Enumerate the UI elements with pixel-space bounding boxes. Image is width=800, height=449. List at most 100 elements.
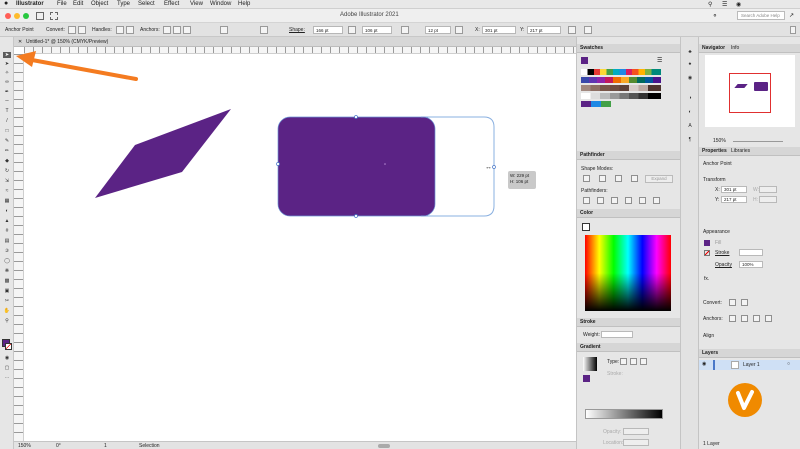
prop-convert-corner-icon[interactable] [729,299,736,306]
zoom-level[interactable]: 150% [18,443,31,449]
menu-effect[interactable]: Effect [164,1,179,7]
share-icon[interactable]: ↗ [789,12,794,19]
align-icon[interactable] [584,26,592,34]
gradient-opacity-field[interactable] [623,428,649,435]
unite-icon[interactable] [583,175,590,182]
scale-tool-icon[interactable]: ⇲ [3,178,11,184]
direct-selection-tool-icon[interactable]: ➤ [3,61,11,67]
transparency-icon[interactable]: ◐ [686,109,694,115]
eyedropper-tool-icon[interactable]: ✰ [3,248,11,254]
screen-mode-icon[interactable]: ▢ [3,365,11,371]
search-icon[interactable]: ⚲ [708,1,712,8]
color-fill-stroke-icon[interactable] [582,223,590,231]
prop-anchor-remove-icon[interactable] [729,315,736,322]
corner-icon[interactable] [401,26,409,34]
radial-gradient-icon[interactable] [630,358,637,365]
libraries-tab[interactable]: Libraries [731,148,750,154]
hand-tool-icon[interactable]: ✋ [3,308,11,314]
selection-tool-icon[interactable]: ➤ [3,52,11,58]
artboard-canvas[interactable]: ↔ W: 229 pt H: 106 pt [24,54,576,441]
search-help-input[interactable]: Search Adobe Help [737,11,785,20]
opacity-label[interactable]: Opacity [715,262,732,268]
anchor-connect-icon[interactable] [173,26,181,34]
appearance-icon[interactable]: ◑ [686,95,694,101]
opacity-field[interactable]: 100% [739,261,763,268]
document-tab[interactable]: Untitled-1* @ 150% (CMYK/Preview) [26,39,108,45]
zoom-tool-icon[interactable]: ⚲ [3,318,11,324]
rotate-angle[interactable]: 0° [56,443,61,449]
rounded-rectangle-shape[interactable] [278,117,435,216]
pencil-tool-icon[interactable]: ✏ [3,148,11,154]
gradient-location-field[interactable] [623,439,649,446]
stroke-swatch[interactable] [704,250,710,256]
fx-button[interactable]: fx. [704,276,709,282]
curvature-tool-icon[interactable]: ∽ [3,98,11,104]
anchor-point[interactable] [276,162,280,166]
control-center-icon[interactable]: ☰ [722,1,727,8]
artboard-number[interactable]: 1 [104,443,107,449]
blend-tool-icon[interactable]: ◯ [3,258,11,264]
swatch-row-1[interactable] [581,69,661,75]
pen-tool-icon[interactable]: ✒ [3,89,11,95]
info-tab[interactable]: Info [731,45,739,51]
character-icon[interactable]: A [686,123,694,129]
symbol-sprayer-icon[interactable]: ❋ [3,268,11,274]
line-tool-icon[interactable]: / [3,118,11,124]
y-field[interactable]: 217 pt [527,26,561,34]
navigator-view-box[interactable] [729,73,771,113]
slice-tool-icon[interactable]: ✂ [3,298,11,304]
swatch-row-3[interactable] [581,85,661,91]
intersect-icon[interactable] [615,175,622,182]
fill-swatch[interactable] [704,240,710,246]
prop-y-field[interactable]: 217 pt [721,196,747,203]
x-field[interactable]: 301 pt [482,26,516,34]
visibility-eye-icon[interactable]: ◉ [702,361,706,367]
shape-label[interactable]: Shape: [289,27,305,33]
menu-view[interactable]: View [190,1,203,7]
type-tool-icon[interactable]: T [3,108,11,114]
swatch-row-2[interactable] [581,77,661,83]
anchor-point[interactable] [354,115,358,119]
panel-menu-icon[interactable] [790,26,796,34]
isolate-icon[interactable] [568,26,576,34]
paintbrush-tool-icon[interactable]: ✎ [3,138,11,144]
freeform-gradient-icon[interactable] [640,358,647,365]
convert-corner-icon[interactable] [68,26,76,34]
menu-file[interactable]: File [57,1,67,7]
paragraph-icon[interactable]: ¶ [686,137,694,143]
layer-name[interactable]: Layer 1 [743,362,760,368]
brushes-icon[interactable]: ♠ [686,61,694,67]
navigator-zoom[interactable]: 150% [713,138,726,144]
expand-button[interactable]: Expand [645,175,673,183]
symbols-icon[interactable]: ♣ [686,49,694,55]
prop-anchor-cut-icon[interactable] [741,315,748,322]
lightbulb-icon[interactable]: ⚬ [712,12,718,20]
navigator-preview[interactable] [705,55,795,127]
stroke-label[interactable]: Stroke [715,250,729,256]
merge-icon[interactable] [611,197,618,204]
rectangle-tool-icon[interactable]: □ [3,128,11,134]
divide-icon[interactable] [583,197,590,204]
outline-icon[interactable] [639,197,646,204]
minimize-window-button[interactable] [14,13,20,19]
anchor-select-icon[interactable] [260,26,268,34]
linear-gradient-icon[interactable] [620,358,627,365]
color-spectrum[interactable] [585,235,671,311]
convert-smooth-icon[interactable] [78,26,86,34]
crop-icon[interactable] [625,197,632,204]
graphic-styles-icon[interactable]: ◉ [686,75,694,81]
shape-height-field[interactable]: 106 pt [362,26,392,34]
warp-tool-icon[interactable]: ≈ [3,188,11,194]
anchor-point[interactable] [354,214,358,218]
menu-window[interactable]: Window [210,1,231,7]
mesh-tool-icon[interactable]: # [3,228,11,234]
swatch-row-5[interactable] [581,101,611,107]
navigator-zoom-slider[interactable] [733,141,783,142]
eraser-tool-icon[interactable]: ◆ [3,158,11,164]
corner-radius-field[interactable]: 12 pt [425,26,451,34]
transform-icon[interactable] [455,26,463,34]
shape-builder-icon[interactable]: ◐ [3,208,11,214]
minus-back-icon[interactable] [653,197,660,204]
graph-tool-icon[interactable]: ▩ [3,278,11,284]
prop-w-field[interactable] [759,186,777,193]
